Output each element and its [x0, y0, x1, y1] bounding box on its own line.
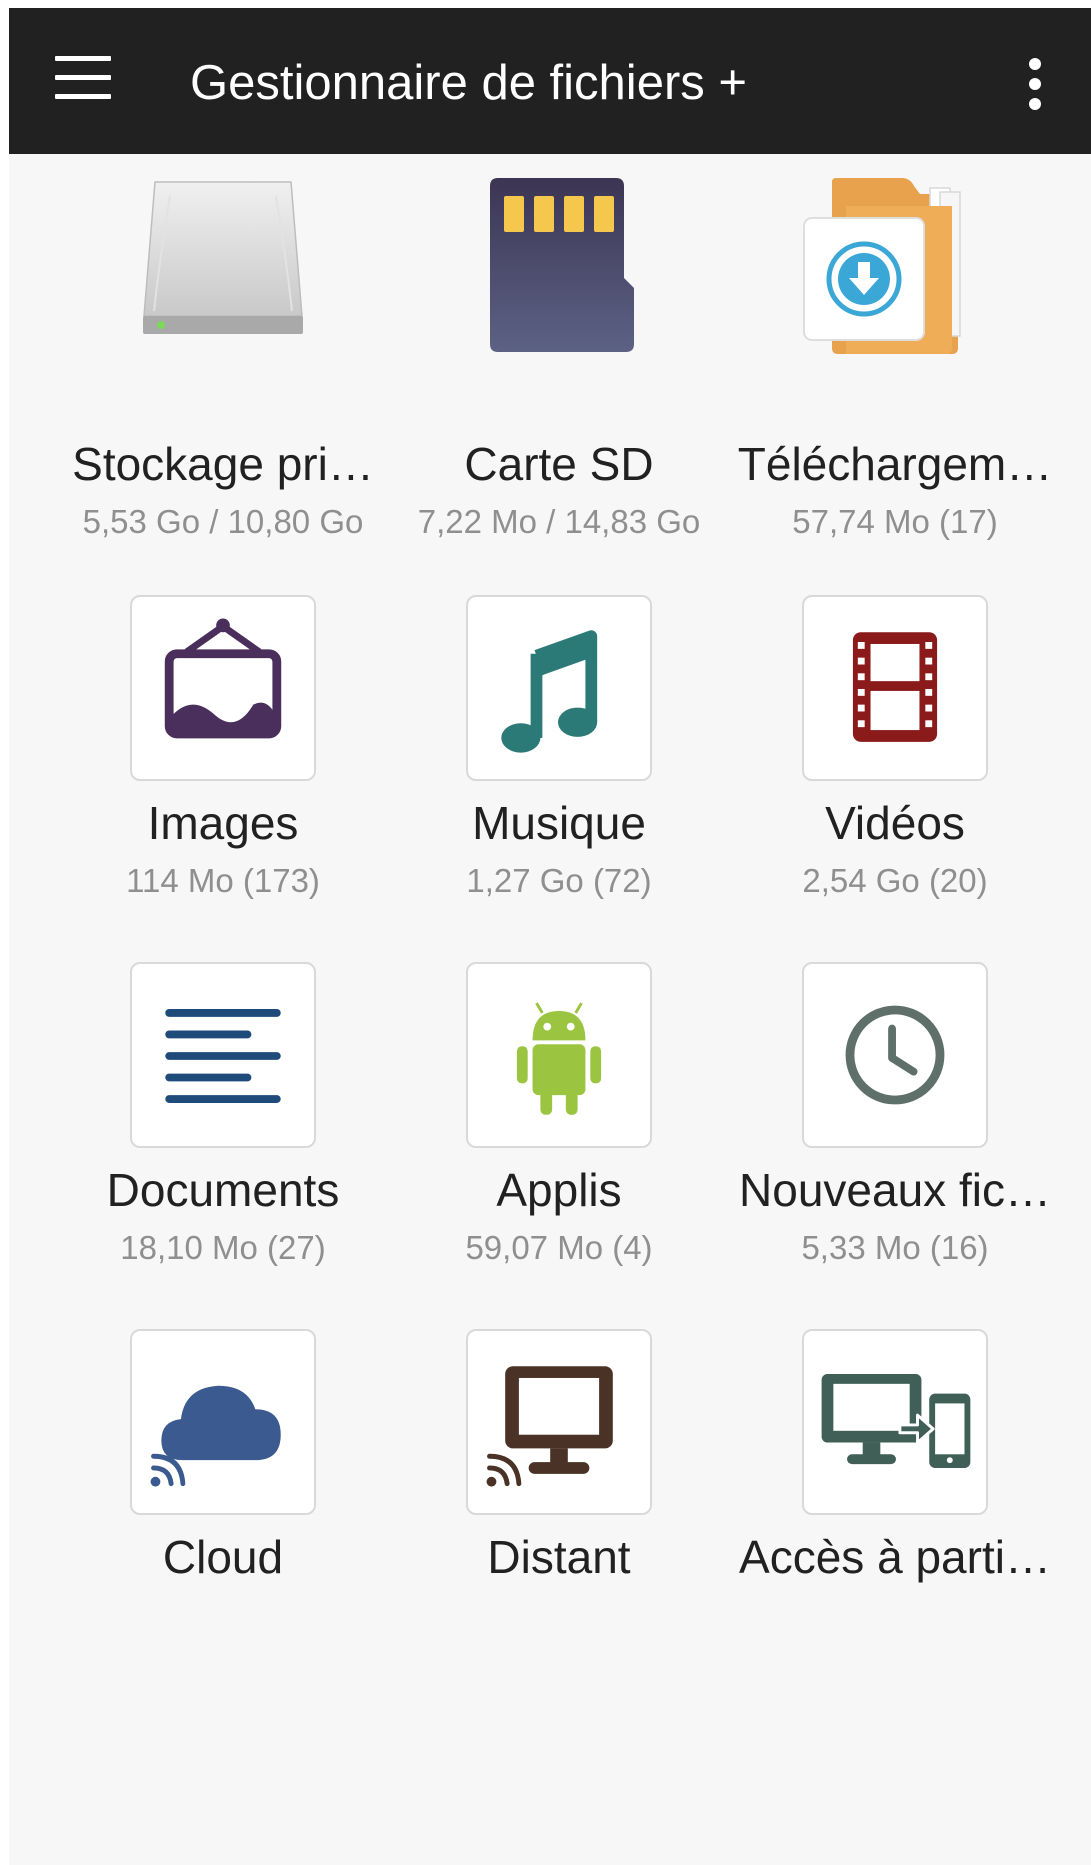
- music-note-icon: [466, 595, 652, 781]
- tile-sd-card[interactable]: Carte SD 7,22 Mo / 14,83 Go: [391, 176, 727, 556]
- tile-label: Stockage pri…: [72, 438, 374, 490]
- sd-card-icon: [466, 176, 652, 362]
- tile-label: Accès à parti…: [739, 1531, 1051, 1583]
- app-title: Gestionnaire de fichiers +: [190, 56, 747, 110]
- tile-label: Applis: [496, 1164, 622, 1216]
- tile-sub: 5,53 Go / 10,80 Go: [82, 503, 364, 540]
- tile-label: Musique: [472, 797, 646, 849]
- tile-downloads[interactable]: Téléchargem… 57,74 Mo (17): [727, 176, 1063, 556]
- tile-recent-files[interactable]: Nouveaux fic… 5,33 Mo (16): [727, 962, 1063, 1292]
- android-icon: [466, 962, 652, 1148]
- tile-label: Distant: [487, 1531, 631, 1583]
- hamburger-menu-icon[interactable]: [55, 56, 113, 104]
- tile-images[interactable]: Images 114 Mo (173): [55, 595, 391, 925]
- tile-pc-access[interactable]: Accès à parti…: [727, 1329, 1063, 1609]
- cloud-icon: [130, 1329, 316, 1515]
- tile-sub: 18,10 Mo (27): [120, 1229, 326, 1266]
- app-bar: Gestionnaire de fichiers +: [9, 8, 1091, 154]
- tile-label: Vidéos: [825, 797, 965, 849]
- tile-label: Carte SD: [464, 438, 654, 490]
- tile-label: Documents: [106, 1164, 340, 1216]
- tile-sub: 7,22 Mo / 14,83 Go: [417, 503, 701, 540]
- tile-label: Images: [147, 797, 299, 849]
- hard-drive-icon: [130, 176, 316, 362]
- tile-documents[interactable]: Documents 18,10 Mo (27): [55, 962, 391, 1292]
- tile-music[interactable]: Musique 1,27 Go (72): [391, 595, 727, 925]
- downloads-folder-icon: [802, 176, 988, 362]
- tile-sub: 1,27 Go (72): [466, 862, 652, 899]
- tile-remote[interactable]: Distant: [391, 1329, 727, 1609]
- tile-videos[interactable]: Vidéos 2,54 Go (20): [727, 595, 1063, 925]
- tile-cloud[interactable]: Cloud: [55, 1329, 391, 1609]
- tile-sub: 114 Mo (173): [126, 862, 320, 899]
- remote-monitor-icon: [466, 1329, 652, 1515]
- clock-icon: [802, 962, 988, 1148]
- tile-sub: 2,54 Go (20): [802, 862, 988, 899]
- document-lines-icon: [130, 962, 316, 1148]
- picture-frame-icon: [130, 595, 316, 781]
- tile-sub: 59,07 Mo (4): [465, 1229, 653, 1266]
- tile-label: Cloud: [162, 1531, 284, 1583]
- tile-internal-storage[interactable]: Stockage pri… 5,53 Go / 10,80 Go: [55, 176, 391, 556]
- tile-sub: 57,74 Mo (17): [792, 503, 998, 540]
- pc-to-phone-icon: [802, 1329, 988, 1515]
- app-screen: Gestionnaire de fichiers + Stockage pri……: [9, 8, 1091, 1865]
- film-strip-icon: [802, 595, 988, 781]
- tile-label: Téléchargem…: [737, 438, 1053, 490]
- tile-label: Nouveaux fic…: [739, 1164, 1051, 1216]
- tile-sub: 5,33 Mo (16): [801, 1229, 989, 1266]
- tile-apps[interactable]: Applis 59,07 Mo (4): [391, 962, 727, 1292]
- more-vertical-icon[interactable]: [1023, 58, 1047, 110]
